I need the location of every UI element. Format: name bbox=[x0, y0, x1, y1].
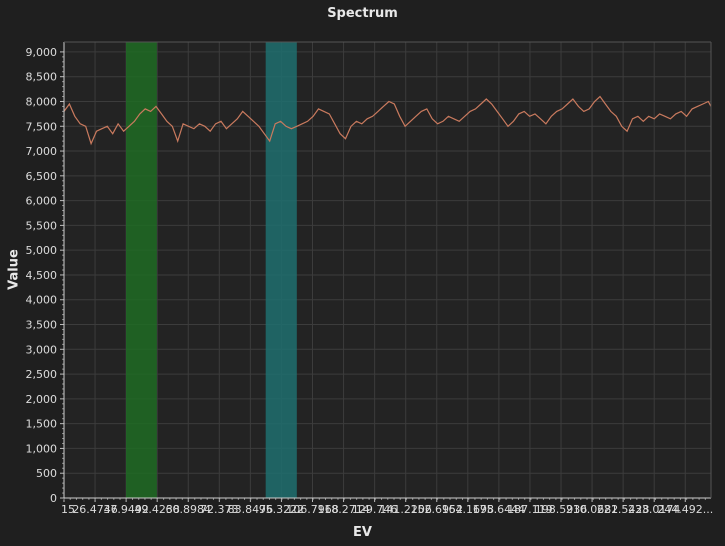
y-tick-label: 5,500 bbox=[26, 219, 58, 232]
y-tick-label: 8,500 bbox=[26, 71, 58, 84]
plot-area[interactable]: 0 500 1,000 1,500 2,000 2,500 3,000 3,500 4,000 4… bbox=[0, 0, 725, 546]
y-tick-label: 4,000 bbox=[26, 294, 58, 307]
y-tick-label: 3,000 bbox=[26, 343, 58, 356]
y-tick-label: 1,500 bbox=[26, 418, 58, 431]
highlight-region-2 bbox=[265, 42, 297, 498]
y-tick-label: 5,000 bbox=[26, 244, 58, 257]
y-tick-label: 6,500 bbox=[26, 170, 58, 183]
y-tick-label: 7,000 bbox=[26, 145, 58, 158]
spectrum-chart: Spectrum Value EV 0 500 1,000 1,500 2,000 2,5… bbox=[0, 0, 725, 546]
y-tick-label: 4,500 bbox=[26, 269, 58, 282]
y-tick-label: 3,500 bbox=[26, 319, 58, 332]
y-tick-label: 500 bbox=[36, 467, 57, 480]
y-tick-label: 7,500 bbox=[26, 120, 58, 133]
y-tick-label: 6,000 bbox=[26, 195, 58, 208]
y-tick-label: 2,500 bbox=[26, 368, 58, 381]
y-tick-label: 1,000 bbox=[26, 442, 58, 455]
y-tick-label: 9,000 bbox=[26, 46, 58, 59]
x-tick-label: 244.492... bbox=[657, 503, 713, 516]
y-tick-label: 8,000 bbox=[26, 95, 58, 108]
plot-background bbox=[64, 42, 711, 498]
y-tick-label: 0 bbox=[50, 492, 57, 505]
y-tick-label: 2,000 bbox=[26, 393, 58, 406]
